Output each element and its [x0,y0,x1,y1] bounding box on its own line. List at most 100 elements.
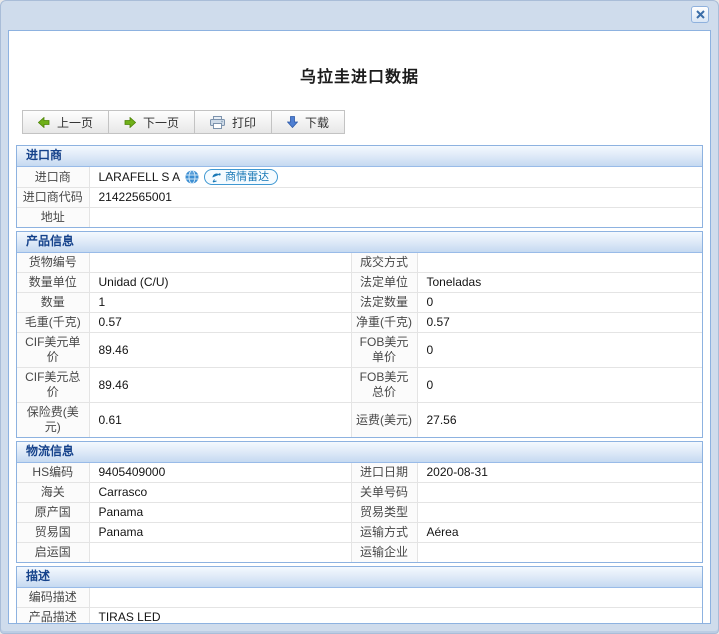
field-label: 海关 [17,483,89,503]
section-importer-header: 进口商 [17,146,702,167]
field-label: 关单号码 [351,483,417,503]
field-label: 运输企业 [351,543,417,563]
dialog-panel: 乌拉圭进口数据 上一页 下一页 [8,30,711,624]
field-value: 27.56 [417,403,702,438]
logistics-table: HS编码9405409000进口日期2020-08-31海关Carrasco关单… [17,463,702,562]
field-label: 运费(美元) [351,403,417,438]
field-label: HS编码 [17,463,89,483]
section-logistics: 物流信息 HS编码9405409000进口日期2020-08-31海关Carra… [16,441,703,563]
section-description: 描述 编码描述产品描述TIRAS LED [16,566,703,624]
download-label: 下载 [305,114,329,131]
download-button[interactable]: 下载 [271,110,345,134]
field-label: 保险费(美元) [17,403,89,438]
toolbar: 上一页 下一页 打印 [22,110,345,134]
table-row: 保险费(美元)0.61运费(美元)27.56 [17,403,702,438]
field-value: Aérea [417,523,702,543]
table-row: 毛重(千克)0.57净重(千克)0.57 [17,313,702,333]
field-label: 数量单位 [17,273,89,293]
field-label: 地址 [17,208,89,228]
printer-icon [210,116,225,129]
table-row: 贸易国Panama运输方式Aérea [17,523,702,543]
field-label: 毛重(千克) [17,313,89,333]
field-value [417,503,702,523]
field-value: Panama [89,503,351,523]
field-label: 数量 [17,293,89,313]
table-row: CIF美元单价89.46FOB美元单价0 [17,333,702,368]
table-row: 进口商 LARAFELL S A [17,167,702,188]
field-value [89,543,351,563]
table-row: 数量单位Unidad (C/U)法定单位Toneladas [17,273,702,293]
field-value: Panama [89,523,351,543]
field-value: 0.57 [89,313,351,333]
field-label: 运输方式 [351,523,417,543]
field-label: FOB美元总价 [351,368,417,403]
importer-table: 进口商 LARAFELL S A [17,167,702,227]
field-value: 0.61 [89,403,351,438]
field-value: Unidad (C/U) [89,273,351,293]
table-row: 地址 [17,208,702,228]
field-label: 编码描述 [17,588,89,608]
field-value: 0.57 [417,313,702,333]
field-label: 启运国 [17,543,89,563]
business-radar-label: 商情雷达 [225,170,269,185]
field-value: Toneladas [417,273,702,293]
field-value: 0 [417,333,702,368]
section-product: 产品信息 货物编号成交方式数量单位Unidad (C/U)法定单位Tonelad… [16,231,703,438]
table-row: 海关Carrasco关单号码 [17,483,702,503]
field-label: 原产国 [17,503,89,523]
field-label: 法定数量 [351,293,417,313]
prev-page-label: 上一页 [57,114,93,131]
table-row: 货物编号 成交方式 [17,253,702,273]
field-value [417,543,702,563]
field-label: CIF美元总价 [17,368,89,403]
table-row: HS编码9405409000进口日期2020-08-31 [17,463,702,483]
field-value: 1 [89,293,351,313]
table-row: 原产国Panama贸易类型 [17,503,702,523]
field-value [417,483,702,503]
field-label: 贸易类型 [351,503,417,523]
field-label: 产品描述 [17,608,89,625]
table-row: 编码描述 [17,588,702,608]
field-value [89,588,702,608]
field-value: 0 [417,368,702,403]
next-page-button[interactable]: 下一页 [108,110,195,134]
field-label: 贸易国 [17,523,89,543]
field-value: Carrasco [89,483,351,503]
close-icon [696,10,705,19]
table-row: CIF美元总价89.46FOB美元总价0 [17,368,702,403]
globe-icon[interactable] [185,170,199,184]
field-label: 进口商代码 [17,188,89,208]
business-radar-badge[interactable]: 商情雷达 [204,169,278,185]
section-product-header: 产品信息 [17,232,702,253]
description-table: 编码描述产品描述TIRAS LED [17,588,702,624]
field-label: 法定单位 [351,273,417,293]
close-button[interactable] [691,6,709,23]
detail-sections: 进口商 进口商 LARAFELL S A [9,134,710,624]
field-value: 2020-08-31 [417,463,702,483]
field-value: 9405409000 [89,463,351,483]
field-label: 进口日期 [351,463,417,483]
importer-name: LARAFELL S A [99,170,181,185]
section-importer: 进口商 进口商 LARAFELL S A [16,145,703,228]
field-value [89,253,351,273]
field-label: 进口商 [17,167,89,188]
table-row: 产品描述TIRAS LED [17,608,702,625]
page-title: 乌拉圭进口数据 [9,63,710,87]
field-value [417,253,702,273]
prev-page-button[interactable]: 上一页 [22,110,109,134]
field-label: 货物编号 [17,253,89,273]
field-label: 成交方式 [351,253,417,273]
print-button[interactable]: 打印 [194,110,272,134]
green-arrow-right-icon [124,117,136,128]
table-row: 启运国 运输企业 [17,543,702,563]
field-value: TIRAS LED [89,608,702,625]
blue-arrow-down-icon [287,116,298,128]
print-label: 打印 [232,114,256,131]
field-value: 21422565001 [89,188,702,208]
green-arrow-left-icon [38,117,50,128]
next-page-label: 下一页 [143,114,179,131]
field-value: 0 [417,293,702,313]
radar-icon [211,172,222,183]
field-label: CIF美元单价 [17,333,89,368]
field-value: LARAFELL S A [89,167,702,188]
